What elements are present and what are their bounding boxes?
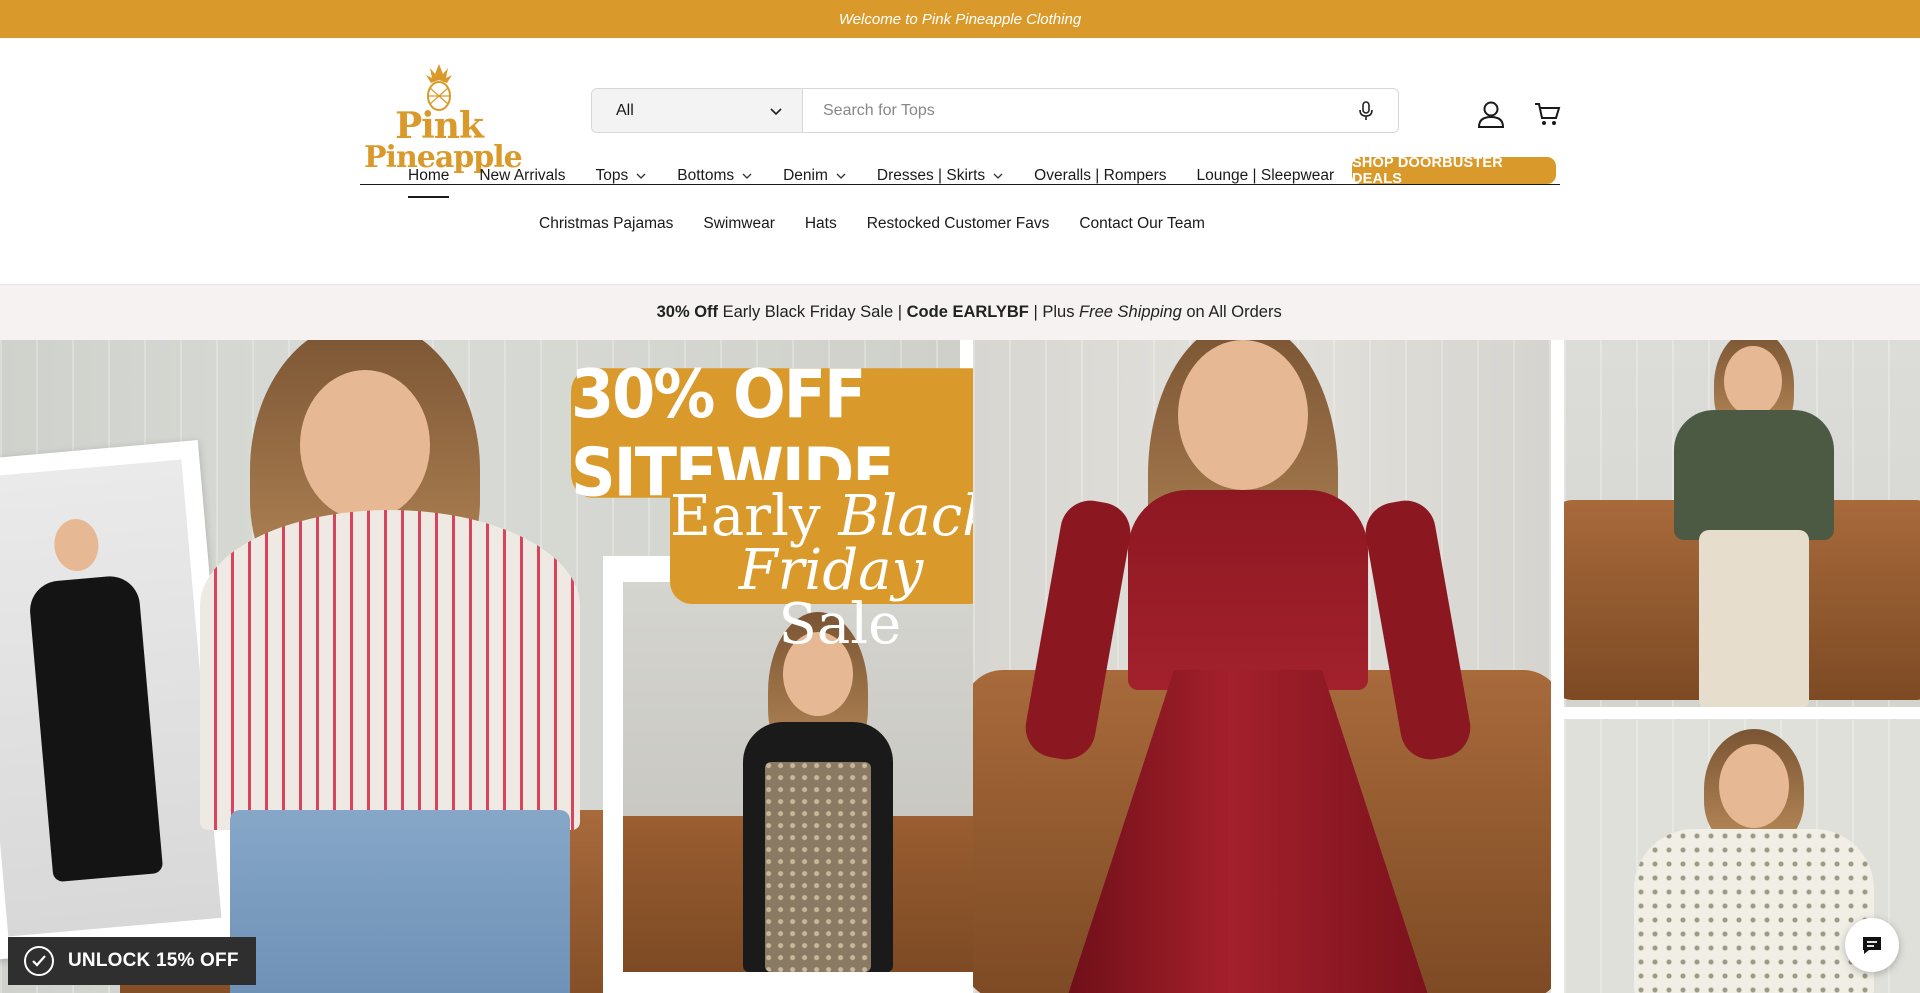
sale-sub-text: Sale [760, 592, 902, 657]
microphone-icon[interactable] [1334, 89, 1398, 132]
chevron-down-icon [836, 173, 846, 179]
nav-label: Contact Our Team [1079, 215, 1205, 232]
hero-banner[interactable]: 30% OFF SITEWIDE Early Black Friday Sale [0, 340, 1920, 993]
nav-item-hats[interactable]: Hats [805, 206, 837, 242]
nav-label: Lounge | Sleepwear [1196, 167, 1335, 184]
logo[interactable]: Pink Pineapple [364, 62, 523, 174]
promo-text: | Plus [1028, 303, 1080, 321]
nav-item-lounge-sleepwear[interactable]: Lounge | Sleepwear [1197, 158, 1335, 194]
nav-item-bottoms[interactable]: Bottoms [677, 158, 753, 194]
promo-text: on All Orders [1181, 303, 1282, 321]
unlock-label: UNLOCK 15% OFF [68, 950, 239, 971]
nav-item-home[interactable]: Home [408, 158, 450, 198]
account-icon[interactable] [1474, 97, 1508, 131]
unlock-discount-button[interactable]: UNLOCK 15% OFF [8, 937, 256, 985]
chevron-down-icon [636, 173, 646, 179]
nav-label: Hats [804, 215, 837, 232]
nav-item-swimwear[interactable]: Swimwear [703, 206, 774, 242]
nav-label: Tops [595, 167, 629, 184]
search-category-value: All [616, 101, 634, 119]
chevron-down-icon [993, 173, 1003, 179]
nav-label: Restocked Customer Favs [866, 215, 1050, 232]
promo-text: Early Black Friday Sale | [718, 303, 907, 321]
nav-item-dresses-skirts[interactable]: Dresses | Skirts [877, 158, 1004, 194]
nav-label: Bottoms [677, 167, 735, 184]
search-input[interactable] [803, 89, 1334, 132]
nav-label: Dresses | Skirts [876, 167, 986, 184]
promo-discount: 30% Off [656, 303, 719, 321]
nav-item-new-arrivals[interactable]: New Arrivals [479, 158, 565, 194]
nav-item-denim[interactable]: Denim [783, 158, 847, 194]
sale-subheadline-badge: Early Black Friday Sale [670, 480, 996, 653]
chevron-down-icon [742, 173, 752, 179]
hero-image-velvet-dress [973, 340, 1551, 993]
check-circle-icon [24, 946, 54, 976]
chevron-down-icon [770, 108, 782, 116]
nav-item-overalls-rompers[interactable]: Overalls | Rompers [1034, 158, 1166, 194]
nav-item-restocked-customer-favs[interactable]: Restocked Customer Favs [867, 206, 1050, 242]
search-category-select[interactable]: All [592, 89, 803, 132]
logo-line-1: Pink [395, 105, 484, 147]
announcement-bar: Welcome to Pink Pineapple Clothing [0, 0, 1920, 38]
promo-code: Code EARLYBF [906, 303, 1029, 321]
shop-doorbuster-deals-button[interactable]: SHOP DOORBUSTER DEALS [1352, 155, 1556, 187]
cart-icon[interactable] [1530, 97, 1564, 131]
nav-label: Home [408, 167, 450, 184]
nav-item-christmas-pajamas[interactable]: Christmas Pajamas [539, 206, 673, 242]
secondary-nav: Christmas Pajamas Swimwear Hats Restocke… [539, 206, 1235, 242]
promo-bar[interactable]: 30% Off Early Black Friday Sale | Code E… [0, 284, 1920, 340]
announcement-text: Welcome to Pink Pineapple Clothing [838, 10, 1082, 28]
promo-free-shipping: Free Shipping [1079, 303, 1182, 321]
nav-label: Overalls | Rompers [1034, 167, 1167, 184]
search-bar: All [591, 88, 1399, 133]
nav-item-tops[interactable]: Tops [596, 158, 648, 194]
nav-label: Swimwear [703, 215, 775, 232]
main-nav: Home New Arrivals Tops Bottoms Denim Dre… [408, 158, 1364, 198]
nav-label: Christmas Pajamas [539, 215, 674, 232]
nav-label: Denim [783, 167, 828, 184]
nav-item-contact-our-team[interactable]: Contact Our Team [1079, 206, 1205, 242]
hero-image-green-sweater [1564, 340, 1920, 707]
chat-icon[interactable] [1845, 918, 1899, 972]
nav-label: New Arrivals [479, 167, 566, 184]
